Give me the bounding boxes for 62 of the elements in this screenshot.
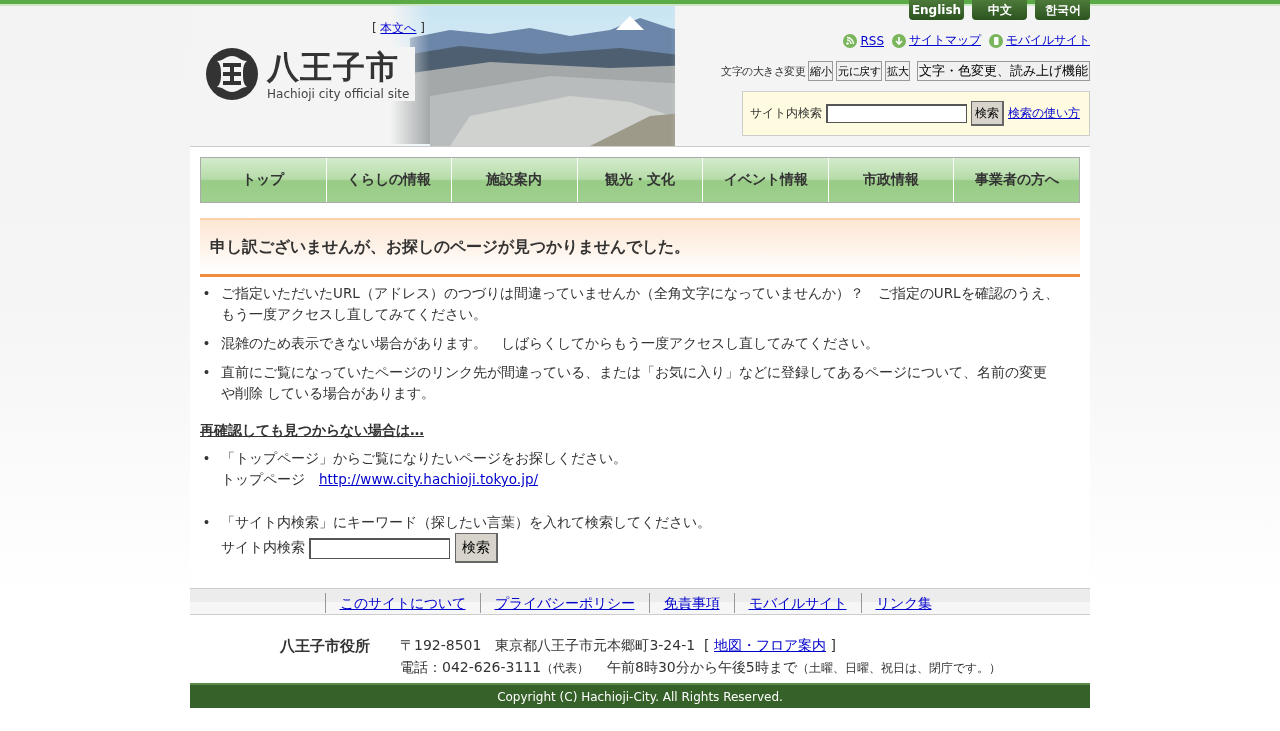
site-subtitle: Hachioji city official site <box>267 87 410 101</box>
header-link[interactable]: サイトマップ <box>892 32 981 49</box>
copyright-text: Copyright (C) Hachioji-City. All Rights Reserved. <box>190 683 1090 708</box>
search-field[interactable] <box>826 104 967 123</box>
error-heading: 申し訳ございませんが、お探しのページが見つかりませんでした。 <box>200 218 1080 277</box>
search-button[interactable]: 検索 <box>971 101 1004 126</box>
office-name: 八王子市役所 <box>280 637 371 657</box>
accessibility-button[interactable]: 文字・色変更、読み上げ機能 <box>917 61 1090 81</box>
rss-icon <box>843 33 858 48</box>
footer-link[interactable]: このサイトについて <box>324 593 480 613</box>
suggestion-text: 「サイト内検索」にキーワード（探したい言葉）を入れて検索してください。 <box>221 514 711 530</box>
header-link[interactable]: RSS <box>843 32 884 49</box>
bracket: ] <box>830 637 836 653</box>
bullet: • <box>201 363 212 382</box>
nav-tab[interactable]: 観光・文化 <box>576 158 703 202</box>
search-field[interactable] <box>309 537 451 559</box>
nav-tab[interactable]: トップ <box>201 158 326 202</box>
bracket: ] <box>420 21 425 35</box>
nav-tab[interactable]: 事業者の方へ <box>953 158 1080 202</box>
nav-tab[interactable]: くらしの情報 <box>325 158 452 202</box>
nav-tab[interactable]: 市政情報 <box>827 158 954 202</box>
language-tab[interactable]: 中文 <box>972 0 1027 20</box>
bullet: • <box>201 449 212 468</box>
footer-link[interactable]: 免責事項 <box>648 593 734 613</box>
reason-item: ご指定いただいたURL（アドレス）のつづりは間違っていませんか（全角文字になっていませんか）？ ご指定のURLを確認のうえ、もう一度アクセスし直してみてください。 <box>221 284 1060 324</box>
search-label: サイト内検索 <box>750 105 822 122</box>
phone-note: （代表） <box>541 661 590 675</box>
font-size-button[interactable]: 元に戻す <box>836 61 882 81</box>
bracket: [ <box>371 21 377 35</box>
map-link[interactable]: 地図・フロア案内 <box>713 637 826 653</box>
language-tab[interactable]: English <box>909 0 964 20</box>
bullet: • <box>201 513 212 532</box>
down-arrow-icon <box>892 33 906 48</box>
font-size-label: 文字の大きさ変更 <box>721 63 805 79</box>
bullet: • <box>201 334 212 353</box>
hours-note: （土曜、日曜、祝日は、閉庁です。） <box>796 661 1001 675</box>
top-page-link[interactable]: http://www.city.hachioji.tokyo.jp/ <box>319 471 539 487</box>
address-text: 〒192-8501 東京都八王子市元本郷町3-24-1 <box>400 637 696 653</box>
phone-text: 電話：042-626-3111 <box>400 659 542 675</box>
nav-tab[interactable]: 施設案内 <box>451 158 577 202</box>
skip-link[interactable]: 本文へ <box>380 21 417 35</box>
font-size-button[interactable]: 縮小 <box>808 61 833 81</box>
search-help-link[interactable]: 検索の使い方 <box>1008 105 1080 122</box>
font-size-button[interactable]: 拡大 <box>885 61 910 81</box>
footer-link[interactable]: プライバシーポリシー <box>479 593 649 613</box>
nav-tab[interactable]: イベント情報 <box>702 158 828 202</box>
reason-item: 混雑のため表示できない場合があります。 しばらくしてからもう一度アクセスし直してみてください。 <box>221 334 879 353</box>
language-tab[interactable]: 한국어 <box>1035 0 1090 20</box>
footer-link[interactable]: リンク集 <box>860 593 946 613</box>
search-button[interactable]: 検索 <box>454 533 498 563</box>
header-link[interactable]: モバイルサイト <box>989 32 1090 49</box>
section-heading: 再確認しても見つからない場合は… <box>200 422 425 440</box>
suggestion-label: トップページ <box>221 471 305 487</box>
reason-item: 直前にご覧になっていたページのリンク先が間違っている、または「お気に入り」などに登録してあるページについて、名前の変更や削除 している場合があります。 <box>221 363 1048 403</box>
suggestion-text: 「トップページ」からご覧になりたいページをお探しください。 <box>221 450 627 466</box>
bracket: [ <box>704 637 710 653</box>
site-title: 八王子市 <box>267 47 400 87</box>
hours-text: 午前8時30分から午後5時まで <box>607 659 797 675</box>
suggestion-label: サイト内検索 <box>221 539 305 555</box>
footer-link[interactable]: モバイルサイト <box>733 593 861 613</box>
bullet: • <box>201 284 212 303</box>
mobile-phone-icon <box>989 33 1003 48</box>
